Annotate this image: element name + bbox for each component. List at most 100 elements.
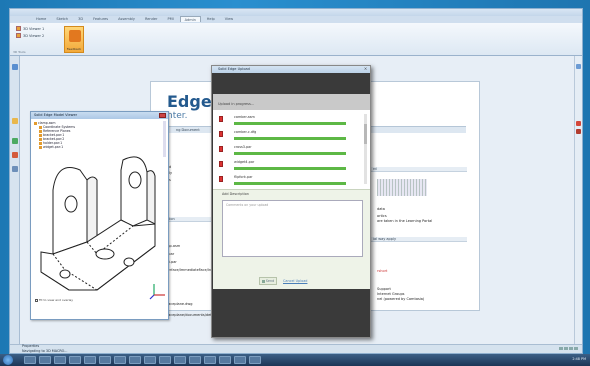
ribbon-tab[interactable]: Home [32,16,50,22]
status-icons [559,347,578,350]
upload-progress-bar [234,167,346,170]
upload-file-item: flipfork.par [219,174,361,189]
feedback-button[interactable]: Feedback [64,26,84,53]
cancel-upload-link[interactable]: Cancel Upload [283,279,307,283]
start-page-subheading: nter. [167,111,188,121]
ribbon-group-label: 3D Tools [13,50,26,54]
part-icon [39,137,42,141]
taskbar-app-icon[interactable] [159,356,171,364]
taskbar-app-icon[interactable] [24,356,36,364]
document-text-line: s [169,178,171,182]
upload-file-item: camber.asm [219,114,361,129]
ribbon-tab[interactable]: Help [203,16,219,22]
upload-file-name: camber-c.dfg [234,130,257,134]
ribbon-tab[interactable]: Assembly [114,16,139,22]
progress-fill [234,137,346,140]
taskbar-app-icon[interactable] [144,356,156,364]
checkbox-icon [35,298,38,302]
file-list-scrollbar[interactable] [364,114,367,184]
ribbon-item-viewer-1[interactable]: 3D Viewer 1 [16,26,44,31]
upload-progress-label: Upload in progress... [218,102,255,106]
taskbar-app-icon[interactable] [234,356,246,364]
upload-file-name: widget4.par [234,160,255,164]
record-icon[interactable] [576,129,581,134]
right-section-header-1: rd [371,167,467,172]
taskbar-app-icon[interactable] [174,356,186,364]
ribbon-tab[interactable]: PMI [163,16,177,22]
upload-progress-header: Upload in progress... [213,94,370,110]
document-section-bar-label: ng Document [176,128,200,132]
taskbar-app-icon[interactable] [39,356,51,364]
part-icon [39,145,42,149]
alert-icon[interactable] [576,121,581,126]
taskbar-app-icon[interactable] [84,356,96,364]
ribbon-item-label: 3D Viewer 2 [23,33,45,38]
view-icon[interactable] [564,347,568,350]
send-button-label: Send [265,279,275,283]
document-text-line: Internet Groups [377,292,405,296]
part-icon [39,141,42,145]
part-icon [39,129,42,133]
fit-to-view-checkbox[interactable]: Fit to view and overlay [35,298,73,302]
tree-node[interactable]: widget.par:1 [34,145,75,149]
viewer-icon [16,33,21,38]
taskbar-app-icon[interactable] [219,356,231,364]
file-icon [219,131,223,137]
file-icon [219,116,223,122]
ribbon-tab[interactable]: View [221,16,237,22]
ribbon-tab[interactable]: Features [89,16,112,22]
send-button[interactable]: Send [259,277,277,285]
upload-file-item: cross3.par [219,144,361,159]
upload-dialog: Solid Edge Upload × Upload in progress..… [211,65,371,338]
part-icon [39,133,42,137]
taskbar-clock: 2:48 PM [572,357,586,361]
document-text-line: are taken in the Learning Portal [377,219,433,223]
taskbar-app-icon[interactable] [189,356,201,364]
file-icon [219,146,223,152]
start-button-icon[interactable] [3,355,13,365]
upload-progress-bar [234,137,346,140]
document-text-line: ortics [377,214,387,218]
description-textarea[interactable]: Comments on your upload [222,200,363,257]
family-icon[interactable] [12,166,18,172]
description-label: Add Description [222,192,249,196]
status-bar: Properties Navigating to 3D MACRO... [10,344,582,353]
document-text-line: Support [377,287,391,291]
left-docking-tabs [10,56,20,346]
scrollbar-thumb[interactable] [364,124,367,144]
help-icon[interactable] [576,64,581,69]
status-text: Properties [22,344,40,348]
view-icon[interactable] [569,347,573,350]
taskbar-app-icon[interactable] [54,356,66,364]
assembly-tree: clamp.asm Coordinate Systems Reference Pla… [34,121,75,149]
sensor-icon[interactable] [12,152,18,158]
layers-icon[interactable] [12,138,18,144]
taskbar-app-icon[interactable] [129,356,141,364]
document-text-line: d [169,165,172,169]
right-docking-tabs [574,56,582,346]
ribbon-tab[interactable]: Admin [179,16,201,22]
upload-dialog-title: Solid Edge Upload [212,66,370,73]
taskbar-app-icon[interactable] [69,356,81,364]
upload-progress-bar [234,122,346,125]
view-icon[interactable] [559,347,563,350]
close-icon[interactable] [159,113,166,118]
fit-to-view-label: Fit to view and overlay [39,298,74,302]
product-viewer-title: Solid Edge Model Viewer [31,112,168,119]
ribbon-tab[interactable]: Render [141,16,161,22]
pathfinder-icon[interactable] [12,64,18,70]
upload-file-item: widget4.par [219,159,361,174]
view-icon[interactable] [574,347,578,350]
send-icon [261,279,265,283]
taskbar-app-icon[interactable] [99,356,111,364]
library-icon[interactable] [12,118,18,124]
taskbar-app-icon[interactable] [249,356,261,364]
ribbon-tab[interactable]: 3D [74,16,87,22]
ribbon-tab[interactable]: Sketch [52,16,72,22]
taskbar-app-icon[interactable] [114,356,126,364]
document-text-line: nel (powered by Camtasia) [377,297,425,301]
progress-fill [234,122,346,125]
ribbon-item-viewer-2[interactable]: 3D Viewer 2 [16,33,44,38]
close-icon[interactable]: × [363,67,368,72]
taskbar-app-icon[interactable] [204,356,216,364]
